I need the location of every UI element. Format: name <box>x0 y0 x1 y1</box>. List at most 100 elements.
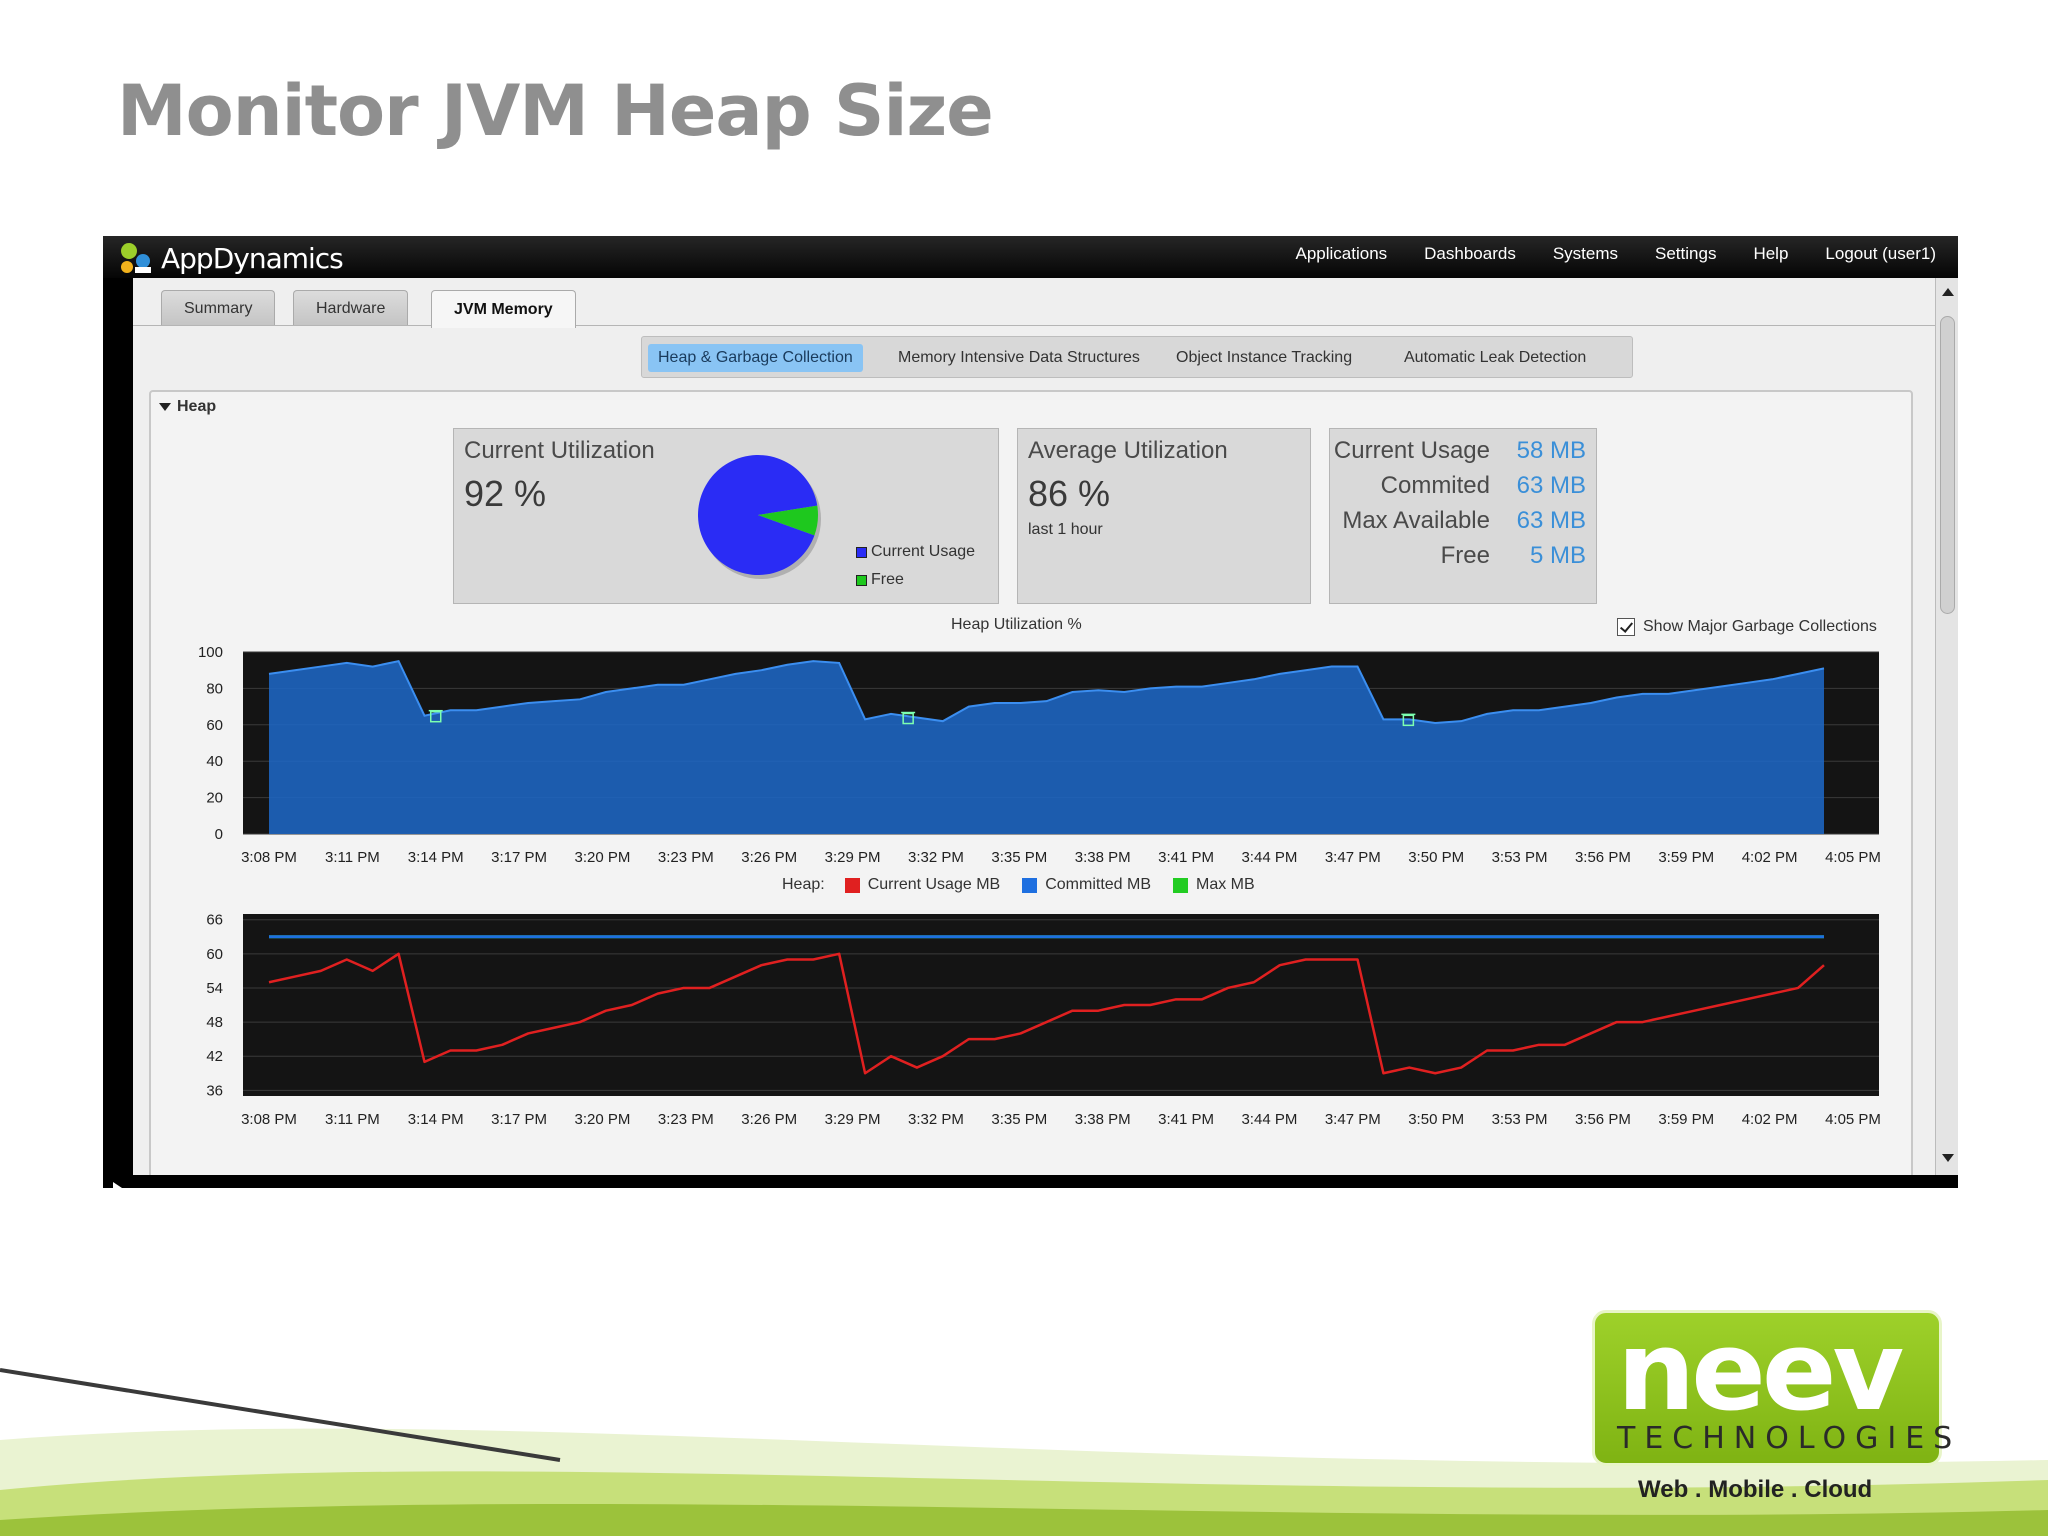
average-utilization-period: last 1 hour <box>1028 521 1103 538</box>
heapmb-xtick: 3:23 PM <box>658 1111 714 1128</box>
heapmb-xtick: 4:02 PM <box>1742 1111 1798 1128</box>
util-xtick: 3:50 PM <box>1408 849 1464 866</box>
heap-stats-card: Current Usage 58 MB Commited 63 MB Max A… <box>1329 428 1597 604</box>
subtab-memory-structures[interactable]: Memory Intensive Data Structures <box>888 344 1150 372</box>
nav-applications[interactable]: Applications <box>1295 244 1387 264</box>
heapmb-xtick: 3:59 PM <box>1658 1111 1714 1128</box>
subtab-heap-gc[interactable]: Heap & Garbage Collection <box>648 344 863 372</box>
tab-jvm-memory[interactable]: JVM Memory <box>431 290 576 328</box>
legend-committed-label: Committed MB <box>1045 876 1151 893</box>
stat-committed-value: 63 MB <box>1516 472 1586 499</box>
legend-max: Max MB <box>1173 876 1255 894</box>
scroll-up-icon[interactable] <box>1942 288 1954 296</box>
appdynamics-logo-icon <box>121 243 151 273</box>
util-xtick: 3:08 PM <box>241 849 297 866</box>
heapmb-xtick: 3:11 PM <box>325 1111 380 1128</box>
max-swatch <box>1173 877 1188 893</box>
heap-utilization-chart: 0 20 40 60 80 100 3:08 PM 3:11 PM 3:14 PM 3:17 PM… <box>198 644 1881 866</box>
util-xtick: 3:20 PM <box>575 849 631 866</box>
heapmb-ytick: 42 <box>206 1048 223 1065</box>
util-xtick: 3:29 PM <box>825 849 881 866</box>
average-utilization-value: 86 % <box>1028 473 1111 514</box>
nav-settings[interactable]: Settings <box>1655 244 1716 264</box>
util-xtick: 3:11 PM <box>325 849 380 866</box>
util-xtick: 3:32 PM <box>908 849 964 866</box>
heap-utilization-chart-title: Heap Utilization % <box>951 616 1082 633</box>
tab-hardware[interactable]: Hardware <box>293 290 409 326</box>
utilization-pie-chart <box>698 454 821 579</box>
util-xtick: 3:47 PM <box>1325 849 1381 866</box>
top-nav: Applications Dashboards Systems Settings… <box>1295 244 1936 264</box>
util-xtick: 3:26 PM <box>741 849 797 866</box>
nav-systems[interactable]: Systems <box>1553 244 1618 264</box>
tab-summary[interactable]: Summary <box>161 290 276 326</box>
scroll-thumb[interactable] <box>1940 316 1955 614</box>
appdynamics-logo[interactable]: AppDynamics <box>117 240 344 276</box>
util-ytick: 80 <box>206 680 223 697</box>
heapmb-plot-bg <box>243 914 1879 1096</box>
current-usage-swatch <box>844 877 860 893</box>
nav-help[interactable]: Help <box>1753 244 1788 264</box>
show-gc-checkbox[interactable] <box>1617 618 1635 636</box>
show-gc-toggle[interactable]: Show Major Garbage Collections <box>1617 618 1877 636</box>
util-xtick: 4:05 PM <box>1825 849 1881 866</box>
heapmb-xtick: 3:14 PM <box>408 1111 464 1128</box>
heapmb-ytick: 60 <box>206 946 223 963</box>
util-xtick: 3:35 PM <box>991 849 1047 866</box>
left-panel-strip <box>103 278 133 1198</box>
util-xtick: 3:23 PM <box>658 849 714 866</box>
util-xtick: 3:44 PM <box>1241 849 1297 866</box>
pie-legend-usage-label: Current Usage <box>871 543 976 560</box>
expand-panel-icon[interactable] <box>113 1182 125 1198</box>
heapmb-xtick: 3:35 PM <box>991 1111 1047 1128</box>
util-xtick: 3:53 PM <box>1492 849 1548 866</box>
neev-wordmark: neev <box>1617 1307 1904 1435</box>
heap-legend-title: Heap: <box>782 876 825 893</box>
heapmb-xtick: 3:26 PM <box>741 1111 797 1128</box>
average-utilization-label: Average Utilization <box>1028 437 1228 464</box>
heapmb-xtick: 3:08 PM <box>241 1111 297 1128</box>
main-content: Summary Hardware JVM Memory Heap & Garba… <box>133 278 1935 1175</box>
legend-current-usage: Current Usage MB <box>844 876 1001 894</box>
usage-swatch <box>856 546 867 558</box>
collapse-icon <box>159 403 171 411</box>
heap-mb-chart: 36 42 48 54 60 66 3:08 PM 3:11 PM 3:14 PM 3:17 PM… <box>206 912 1881 1128</box>
util-ytick: 100 <box>198 644 223 661</box>
heapmb-xtick: 3:50 PM <box>1408 1111 1464 1128</box>
heapmb-xtick: 3:56 PM <box>1575 1111 1631 1128</box>
current-utilization-card: Current Utilization 92 % Current Usage F… <box>453 428 999 604</box>
heapmb-xtick: 3:29 PM <box>825 1111 881 1128</box>
scroll-down-icon[interactable] <box>1942 1154 1954 1162</box>
subtab-leak-detection[interactable]: Automatic Leak Detection <box>1394 344 1596 372</box>
util-xtick: 4:02 PM <box>1742 849 1798 866</box>
heap-section-toggle[interactable]: Heap <box>159 398 216 416</box>
tab-divider <box>133 325 1935 326</box>
legend-committed: Committed MB <box>1022 876 1151 894</box>
vertical-scrollbar[interactable] <box>1935 278 1958 1175</box>
heapmb-xtick: 3:41 PM <box>1158 1111 1214 1128</box>
stat-free-value: 5 MB <box>1529 542 1586 569</box>
nav-dashboards[interactable]: Dashboards <box>1424 244 1516 264</box>
stat-max-available-value: 63 MB <box>1516 507 1586 534</box>
nav-logout[interactable]: Logout (user1) <box>1825 244 1936 264</box>
util-xtick: 3:41 PM <box>1158 849 1214 866</box>
legend-current-usage-label: Current Usage MB <box>867 876 1001 893</box>
slide-title: Monitor JVM Heap Size <box>117 70 994 152</box>
util-xtick: 3:59 PM <box>1658 849 1714 866</box>
heapmb-xtick: 3:32 PM <box>908 1111 964 1128</box>
stat-committed-label: Commited <box>1380 472 1490 499</box>
heapmb-ytick: 48 <box>206 1014 223 1031</box>
util-xtick: 3:56 PM <box>1575 849 1631 866</box>
heapmb-xtick: 3:53 PM <box>1492 1111 1548 1128</box>
heapmb-xtick: 3:17 PM <box>491 1111 547 1128</box>
subtab-object-tracking[interactable]: Object Instance Tracking <box>1166 344 1362 372</box>
util-ytick: 20 <box>206 790 223 807</box>
subtab-bar: Heap & Garbage Collection Memory Intensi… <box>641 336 1633 378</box>
top-bar: AppDynamics Applications Dashboards Syst… <box>103 236 1958 278</box>
util-ytick: 0 <box>215 826 223 843</box>
util-xtick: 3:17 PM <box>491 849 547 866</box>
heap-panel: Heap Current Utilization 92 % Current Us… <box>149 390 1913 1175</box>
free-swatch <box>856 574 867 586</box>
app-window: AppDynamics Applications Dashboards Syst… <box>103 236 1958 1198</box>
current-utilization-value: 92 % <box>464 473 547 514</box>
